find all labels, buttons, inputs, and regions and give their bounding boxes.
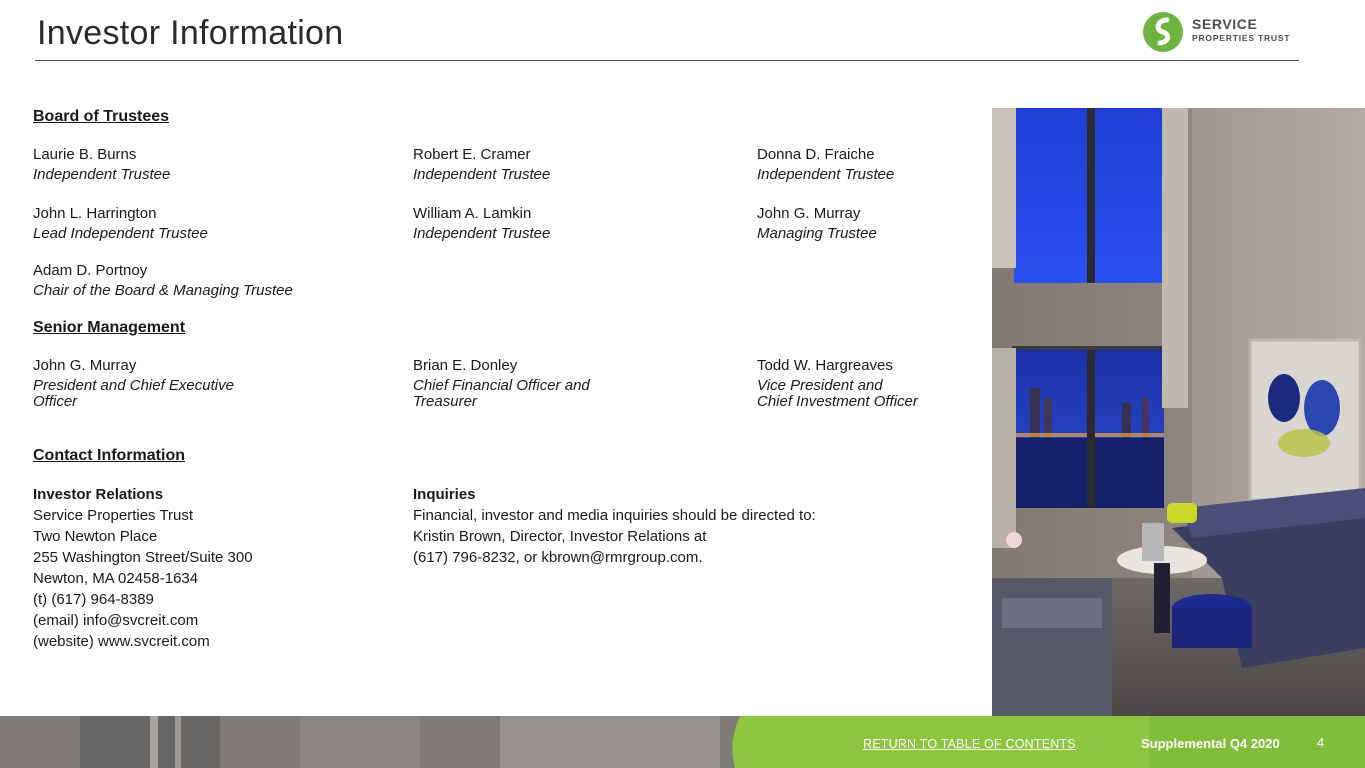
trustee-name: John L. Harrington <box>33 205 157 222</box>
logo-mark-icon <box>1143 12 1183 52</box>
title-divider <box>35 60 1299 61</box>
ir-phone: (t) (617) 964-8389 <box>33 591 154 608</box>
inquiries-line1: Financial, investor and media inquiries … <box>413 507 816 524</box>
hotel-suite-photo <box>992 108 1365 716</box>
page-number: 4 <box>1317 735 1325 750</box>
inquiries-line3: (617) 796-8232, or kbrown@rmrgroup.com. <box>413 549 703 566</box>
ir-address-line2: 255 Washington Street/Suite 300 <box>33 549 253 566</box>
trustee-role: Independent Trustee <box>413 166 551 183</box>
investor-relations-heading: Investor Relations <box>33 486 164 503</box>
trustee-murray: John G. Murray Managing Trustee <box>757 204 877 242</box>
logo-text-properties-trust: PROPERTIES TRUST <box>1192 33 1291 43</box>
investor-relations-block: Investor Relations Service Properties Tr… <box>33 486 253 652</box>
trustee-role: Independent Trustee <box>757 166 895 183</box>
manager-role-line1: President and Chief Executive <box>33 377 234 394</box>
manager-hargreaves: Todd W. Hargreaves Vice President and Ch… <box>757 356 918 410</box>
trustee-role: Independent Trustee <box>33 166 171 183</box>
manager-murray: John G. Murray President and Chief Execu… <box>33 356 234 410</box>
ir-address-line1: Two Newton Place <box>33 528 158 545</box>
inquiries-block: Inquiries Financial, investor and media … <box>413 486 816 568</box>
ir-email: (email) info@svcreit.com <box>33 612 199 629</box>
manager-role-line1: Chief Financial Officer and <box>413 377 590 394</box>
return-to-toc-link[interactable]: RETURN TO TABLE OF CONTENTS <box>863 737 1076 751</box>
manager-role-line2: Treasurer <box>413 393 477 410</box>
page-title: Investor Information <box>37 14 344 52</box>
trustee-fraiche: Donna D. Fraiche Independent Trustee <box>757 145 894 183</box>
trustee-lamkin: William A. Lamkin Independent Trustee <box>413 204 550 242</box>
manager-donley: Brian E. Donley Chief Financial Officer … <box>413 356 590 410</box>
board-heading: Board of Trustees <box>33 108 170 125</box>
trustee-name: Laurie B. Burns <box>33 146 137 163</box>
inquiries-line2: Kristin Brown, Director, Investor Relati… <box>413 528 707 545</box>
trustee-role: Lead Independent Trustee <box>33 225 208 242</box>
ir-company-name: Service Properties Trust <box>33 507 194 524</box>
ir-website: (website) www.svcreit.com <box>33 633 210 650</box>
management-heading: Senior Management <box>33 319 186 336</box>
manager-name: John G. Murray <box>33 357 137 374</box>
trustee-name: William A. Lamkin <box>413 205 532 222</box>
manager-role-line1: Vice President and <box>757 377 883 394</box>
contact-heading: Contact Information <box>33 447 185 464</box>
company-logo: SERVICE PROPERTIES TRUST <box>1142 10 1302 54</box>
manager-name: Todd W. Hargreaves <box>757 357 893 374</box>
hotel-suite-illustration <box>992 108 1365 716</box>
ir-address-city: Newton, MA 02458-1634 <box>33 570 199 587</box>
trustee-name: John G. Murray <box>757 205 861 222</box>
manager-name: Brian E. Donley <box>413 357 518 374</box>
trustee-portnoy: Adam D. Portnoy Chair of the Board & Man… <box>33 261 293 299</box>
trustee-burns: Laurie B. Burns Independent Trustee <box>33 145 170 183</box>
trustee-name: Donna D. Fraiche <box>757 146 875 163</box>
inquiries-heading: Inquiries <box>413 486 476 503</box>
trustee-name: Adam D. Portnoy <box>33 262 148 279</box>
trustee-role: Independent Trustee <box>413 225 551 242</box>
trustee-role: Chair of the Board & Managing Trustee <box>33 282 293 299</box>
trustee-name: Robert E. Cramer <box>413 146 531 163</box>
manager-role-line2: Chief Investment Officer <box>757 393 918 410</box>
trustee-role: Managing Trustee <box>757 225 877 242</box>
logo-text-service: SERVICE <box>1192 16 1258 32</box>
trustee-cramer: Robert E. Cramer Independent Trustee <box>413 145 550 183</box>
manager-role-line2: Officer <box>33 393 78 410</box>
trustee-harrington: John L. Harrington Lead Independent Trus… <box>33 204 208 242</box>
supplemental-label: Supplemental Q4 2020 <box>1141 736 1280 751</box>
